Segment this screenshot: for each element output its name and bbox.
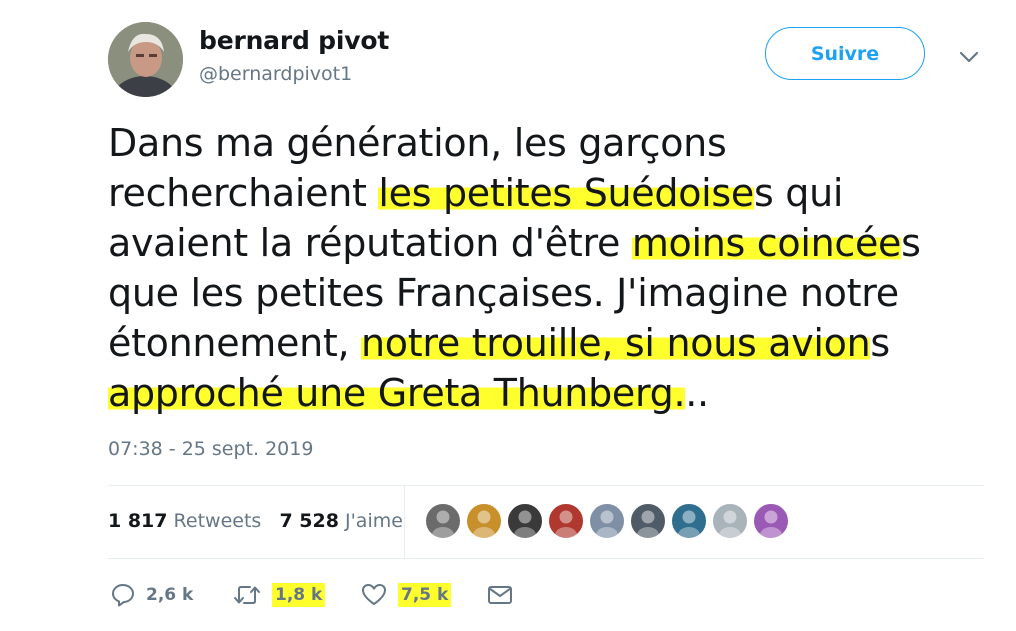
highlighted-text: approché une Greta Thunberg. <box>108 371 686 415</box>
envelope-icon <box>488 586 512 604</box>
highlighted-text: moins coincée <box>631 221 902 265</box>
liker-avatar[interactable] <box>465 502 503 540</box>
likes-label: J'aime <box>344 510 403 532</box>
reply-count: 2,6 k <box>146 585 194 605</box>
like-button[interactable]: 7,5 k <box>360 580 452 610</box>
retweet-count: 1,8 k <box>272 583 326 607</box>
tweet-text-segment: .. <box>685 371 709 415</box>
author-name[interactable]: bernard pivot <box>199 26 389 55</box>
likes-stat[interactable]: 7 528 J'aime <box>279 510 403 532</box>
retweets-count: 1 817 <box>108 510 168 532</box>
divider-top <box>108 485 984 486</box>
author-avatar[interactable] <box>108 22 183 97</box>
retweet-button[interactable]: 1,8 k <box>232 580 326 610</box>
chevron-down-icon[interactable] <box>958 49 980 65</box>
tweet-text: Dans ma génération, les garçons recherch… <box>108 118 988 418</box>
divider-bottom <box>108 558 984 559</box>
like-count: 7,5 k <box>398 583 452 607</box>
retweet-icon <box>234 586 260 604</box>
liker-avatar[interactable] <box>670 502 708 540</box>
follow-button[interactable]: Suivre <box>765 27 925 80</box>
retweets-label: Retweets <box>173 510 262 532</box>
engagement-stats: 1 817 Retweets 7 528 J'aime <box>108 510 403 532</box>
author-portrait-image <box>108 22 183 97</box>
likes-count: 7 528 <box>279 510 339 532</box>
retweets-stat[interactable]: 1 817 Retweets <box>108 510 261 532</box>
highlighted-text: notre trouille, si nous avion <box>361 321 871 365</box>
author-handle[interactable]: @bernardpivot1 <box>199 63 352 85</box>
reply-icon <box>112 584 134 607</box>
tweet-text-segment: s <box>870 321 890 365</box>
liker-avatar[interactable] <box>588 502 626 540</box>
heart-icon <box>362 584 386 605</box>
tweet-card: bernard pivot @bernardpivot1 Suivre Dans… <box>0 0 1016 631</box>
liker-avatar[interactable] <box>506 502 544 540</box>
direct-message-button[interactable] <box>486 580 514 610</box>
liker-avatar[interactable] <box>711 502 749 540</box>
liker-avatar[interactable] <box>424 502 462 540</box>
tweet-timestamp[interactable]: 07:38 - 25 sept. 2019 <box>108 438 313 460</box>
liker-avatar[interactable] <box>547 502 585 540</box>
highlighted-text: les petites Suédoise <box>378 171 754 215</box>
liker-avatar[interactable] <box>629 502 667 540</box>
liker-avatar[interactable] <box>752 502 790 540</box>
stats-separator <box>404 486 405 558</box>
reply-button[interactable]: 2,6 k <box>110 580 193 610</box>
